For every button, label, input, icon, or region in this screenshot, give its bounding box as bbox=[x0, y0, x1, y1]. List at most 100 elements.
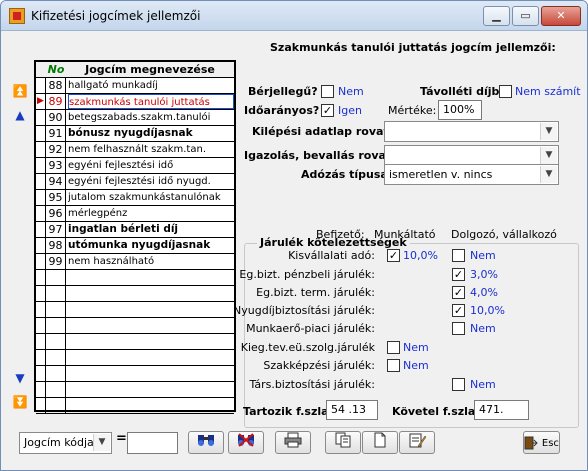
close-button[interactable]: ✕ bbox=[541, 6, 581, 26]
tartozik-input[interactable]: 54 .13 bbox=[326, 400, 378, 420]
dolgozo-checkbox[interactable] bbox=[452, 322, 465, 335]
berjellegu-label: Bérjellegű? : bbox=[248, 85, 326, 98]
tavolleti-checkbox[interactable] bbox=[499, 85, 512, 98]
col-header-no[interactable]: No bbox=[46, 63, 66, 76]
row-indicator bbox=[36, 366, 46, 381]
row-number: 93 bbox=[46, 158, 66, 173]
table-row[interactable]: 90 betegszabads.szakm.tanulói bbox=[36, 110, 234, 126]
prev-record-icon[interactable]: ▲ bbox=[11, 106, 29, 124]
row-indicator bbox=[36, 254, 46, 269]
row-indicator bbox=[36, 238, 46, 253]
table-row[interactable]: 99 nem használható bbox=[36, 254, 234, 270]
chevron-down-icon[interactable]: ▼ bbox=[93, 434, 110, 451]
minimize-button[interactable]: ▁ bbox=[483, 6, 510, 26]
row-name bbox=[68, 286, 234, 301]
jarulek-label: Eg.bizt. pénzbeli járulék: bbox=[239, 268, 375, 281]
munkaltato-checkbox[interactable] bbox=[387, 341, 400, 354]
table-row[interactable]: 92 nem felhasznált szakm.tan. bbox=[36, 142, 234, 158]
exit-door-icon bbox=[524, 436, 538, 449]
chevron-down-icon[interactable]: ▼ bbox=[540, 166, 557, 183]
jogcim-grid[interactable]: No Jogcím megnevezése 88 hallgató munkadí… bbox=[34, 60, 236, 414]
row-indicator bbox=[36, 270, 46, 285]
berjellegu-checkbox[interactable] bbox=[321, 85, 334, 98]
maximize-button[interactable]: ▭ bbox=[512, 6, 539, 26]
jarulek-label: Munkaerő-piaci járulék: bbox=[246, 322, 375, 335]
table-row[interactable]: 93 egyéni fejlesztési idő bbox=[36, 158, 234, 174]
empty-table-row bbox=[36, 286, 234, 302]
munkaltato-checkbox[interactable] bbox=[387, 359, 400, 372]
row-number bbox=[46, 318, 66, 333]
table-row[interactable]: 91 bónusz nyugdíjasnak bbox=[36, 126, 234, 142]
chevron-down-icon[interactable]: ▼ bbox=[540, 123, 557, 140]
first-record-icon[interactable]: ⏫ bbox=[11, 82, 29, 100]
dolgozo-checkbox[interactable] bbox=[452, 249, 465, 262]
jarulek-label: Kisvállalati adó: bbox=[288, 249, 375, 262]
row-name bbox=[68, 398, 234, 413]
merteke-input[interactable]: 100% bbox=[438, 100, 482, 120]
title-bar[interactable]: Kifizetési jogcímek jellemzői ▁ ▭ ✕ bbox=[1, 1, 587, 31]
row-name bbox=[68, 302, 234, 317]
col-dolgozo: Dolgozó, vállalkozó bbox=[451, 228, 557, 241]
empty-table-row bbox=[36, 366, 234, 382]
kilepesi-label: Kilépési adatlap rovata : bbox=[252, 125, 405, 138]
kilepesi-select[interactable]: ▼ bbox=[384, 121, 559, 142]
dolgozo-checkbox[interactable]: ✓ bbox=[452, 268, 465, 281]
idoaranyos-checkbox[interactable]: ✓ bbox=[321, 104, 334, 117]
row-indicator bbox=[36, 206, 46, 221]
filter-value-input[interactable] bbox=[127, 432, 178, 454]
row-indicator bbox=[36, 126, 46, 141]
next-record-icon[interactable]: ▼ bbox=[11, 369, 29, 387]
dolgozo-value: 10,0% bbox=[470, 304, 505, 317]
row-number: 91 bbox=[46, 126, 66, 141]
dolgozo-value: 3,0% bbox=[470, 268, 498, 281]
row-name bbox=[68, 366, 234, 381]
table-row[interactable]: 95 jutalom szakmunkástanulónak bbox=[36, 190, 234, 206]
dolgozo-checkbox[interactable]: ✓ bbox=[452, 286, 465, 299]
row-indicator bbox=[36, 350, 46, 365]
dolgozo-checkbox[interactable]: ✓ bbox=[452, 304, 465, 317]
dolgozo-checkbox[interactable] bbox=[452, 378, 465, 391]
row-name: hallgató munkadíj bbox=[68, 80, 158, 91]
row-name: nem felhasznált szakm.tan. bbox=[68, 144, 206, 155]
idoaranyos-label: Időarányos? : bbox=[244, 104, 328, 117]
edit-record-button[interactable] bbox=[399, 431, 435, 454]
col-header-name[interactable]: Jogcím megnevezése bbox=[66, 63, 234, 76]
chevron-down-icon[interactable]: ▼ bbox=[540, 147, 557, 164]
row-number bbox=[46, 302, 66, 317]
munkaltato-checkbox[interactable]: ✓ bbox=[387, 249, 400, 262]
exit-button[interactable]: Esc bbox=[523, 431, 560, 454]
app-icon bbox=[9, 8, 25, 24]
new-record-button[interactable] bbox=[362, 431, 398, 454]
table-row[interactable]: 88 hallgató munkadíj bbox=[36, 78, 234, 94]
print-button[interactable] bbox=[275, 431, 311, 454]
row-name: betegszabads.szakm.tanulói bbox=[68, 112, 211, 123]
row-indicator bbox=[36, 302, 46, 317]
row-number: 94 bbox=[46, 174, 66, 189]
row-number bbox=[46, 334, 66, 349]
detail-heading: Szakmunkás tanulói juttatás jogcím jelle… bbox=[270, 41, 556, 54]
munkaltato-value: Nem bbox=[403, 359, 429, 372]
table-row[interactable]: 97 ingatlan bérleti díj bbox=[36, 222, 234, 238]
jarulek-label: Nyugdíjbiztosítási járulék: bbox=[233, 304, 375, 317]
berjellegu-value: Nem bbox=[338, 85, 364, 98]
row-number: 89 bbox=[46, 94, 66, 109]
row-name bbox=[68, 382, 234, 397]
kovetel-input[interactable]: 471. bbox=[474, 400, 529, 420]
table-row[interactable]: 96 mérlegpénz bbox=[36, 206, 234, 222]
igazolas-select[interactable]: ▼ bbox=[384, 145, 559, 166]
clear-filter-button[interactable] bbox=[228, 431, 264, 454]
last-record-icon[interactable]: ⏬ bbox=[11, 393, 29, 411]
row-name: nem használható bbox=[68, 256, 155, 267]
row-indicator bbox=[36, 110, 46, 125]
filter-field-select[interactable]: Jogcím kódja ▼ bbox=[19, 432, 112, 454]
row-name: mérlegpénz bbox=[68, 208, 128, 219]
dolgozo-value: Nem bbox=[470, 322, 496, 335]
table-row[interactable]: 94 egyéni fejlesztési idő nyugd. bbox=[36, 174, 234, 190]
adozas-select[interactable]: ismeretlen v. nincs ▼ bbox=[384, 164, 559, 185]
table-row[interactable]: ▶ 89 szakmunkás tanulói juttatás bbox=[36, 94, 234, 110]
table-row[interactable]: 98 utómunka nyugdíjasnak bbox=[36, 238, 234, 254]
row-number bbox=[46, 286, 66, 301]
copy-button[interactable] bbox=[325, 431, 361, 454]
binoculars-search-button[interactable] bbox=[188, 431, 224, 454]
row-number bbox=[46, 382, 66, 397]
